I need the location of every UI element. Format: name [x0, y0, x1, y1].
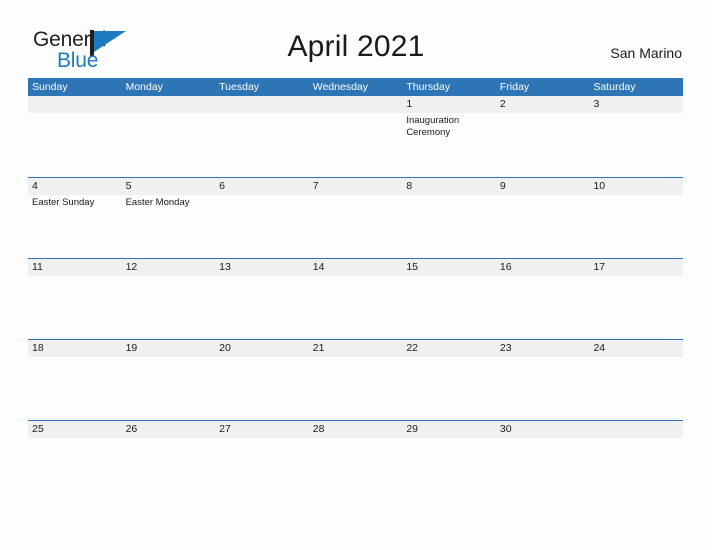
calendar-day-cell[interactable]: 20	[215, 340, 309, 420]
calendar-day-cell[interactable]	[589, 421, 683, 501]
day-number: 13	[219, 261, 231, 273]
calendar-day-cell[interactable]: 6	[215, 178, 309, 258]
day-number: 15	[406, 261, 418, 273]
day-number: 28	[312, 423, 325, 435]
calendar-day-cell[interactable]: 14	[309, 259, 403, 339]
calendar-week-row: 1 Inauguration Ceremony 2 3	[28, 96, 683, 177]
calendar-day-cell[interactable]: 19	[122, 340, 216, 420]
weekday-header-saturday: Saturday	[593, 81, 636, 93]
day-number: 5	[125, 180, 132, 192]
day-number: 22	[406, 342, 418, 354]
day-number	[126, 96, 216, 113]
week-days: 18 19 20 21 22 23 24	[28, 340, 683, 420]
calendar-day-cell[interactable]	[122, 96, 216, 177]
weekday-header-friday: Friday	[499, 81, 530, 93]
day-number: 16	[499, 261, 512, 273]
day-event-label: Easter Monday	[125, 197, 190, 208]
calendar-day-cell[interactable]: 25	[28, 421, 122, 501]
day-number: 26	[125, 423, 138, 435]
day-event-label: Inauguration Ceremony	[406, 115, 460, 138]
calendar-day-cell[interactable]: 13	[215, 259, 309, 339]
day-number: 9	[499, 180, 506, 192]
calendar-grid: Sunday Monday Tuesday Wednesday Thursday…	[28, 78, 683, 501]
week-days: 11 12 13 14 15 16 17	[28, 259, 683, 339]
calendar-weeks: 1 Inauguration Ceremony 2 3 4 Easter Sunday 5 E…	[28, 96, 683, 501]
weekday-header-wednesday: Wednesday	[312, 81, 368, 93]
calendar-day-cell[interactable]	[215, 96, 309, 177]
calendar-day-cell[interactable]: 12	[122, 259, 216, 339]
calendar-day-cell[interactable]: 18	[28, 340, 122, 420]
calendar-day-cell[interactable]: 16	[496, 259, 590, 339]
weekday-header-monday: Monday	[125, 81, 163, 93]
day-event-label: Easter Sunday	[32, 197, 95, 208]
day-number: 12	[125, 261, 138, 273]
calendar-day-cell[interactable]: 17	[589, 259, 683, 339]
calendar-day-cell[interactable]: 9	[496, 178, 590, 258]
day-number: 19	[125, 342, 138, 354]
calendar-day-cell[interactable]: 11	[28, 259, 122, 339]
day-number: 30	[499, 423, 512, 435]
day-number: 20	[219, 342, 231, 354]
weekday-header-thursday: Thursday	[406, 81, 451, 93]
calendar-week-row: 25 26 27 28 29 30	[28, 420, 683, 501]
calendar-day-cell[interactable]: 28	[309, 421, 403, 501]
day-number: 23	[499, 342, 512, 354]
day-number	[32, 96, 122, 113]
calendar-week-row: 4 Easter Sunday 5 Easter Monday 6 7 8 9 10	[28, 177, 683, 258]
calendar-day-cell[interactable]: 10	[589, 178, 683, 258]
calendar-week-row: 18 19 20 21 22 23 24	[28, 339, 683, 420]
day-number: 4	[32, 180, 38, 192]
calendar-day-cell[interactable]: 15	[402, 259, 496, 339]
day-number	[219, 96, 309, 113]
calendar-day-cell[interactable]: 2	[496, 96, 590, 177]
calendar-day-cell[interactable]: 4 Easter Sunday	[28, 178, 122, 258]
day-number: 10	[593, 180, 606, 192]
weekday-header-sunday: Sunday	[32, 81, 68, 93]
calendar-day-cell[interactable]: 22	[402, 340, 496, 420]
day-number: 1	[406, 98, 413, 110]
week-days: 1 Inauguration Ceremony 2 3	[28, 96, 683, 177]
weekday-header-row: Sunday Monday Tuesday Wednesday Thursday…	[28, 78, 683, 96]
day-number	[593, 421, 683, 438]
calendar-day-cell[interactable]: 26	[122, 421, 216, 501]
day-number: 7	[312, 180, 319, 192]
calendar-day-cell[interactable]: 8	[402, 178, 496, 258]
calendar-day-cell[interactable]	[309, 96, 403, 177]
day-number: 2	[499, 98, 506, 110]
day-number: 18	[32, 342, 44, 354]
calendar-week-row: 11 12 13 14 15 16 17	[28, 258, 683, 339]
week-days: 4 Easter Sunday 5 Easter Monday 6 7 8 9 10	[28, 178, 683, 258]
location-label: San Marino	[610, 45, 682, 61]
weekday-header-tuesday: Tuesday	[219, 81, 260, 93]
day-number: 8	[406, 180, 413, 192]
page-header: General Blue April 2021 San Marino	[0, 0, 712, 78]
calendar-day-cell[interactable]: 21	[309, 340, 403, 420]
day-number: 21	[312, 342, 325, 354]
day-number: 11	[32, 261, 43, 273]
calendar-day-cell[interactable]: 24	[589, 340, 683, 420]
calendar-day-cell[interactable]: 5 Easter Monday	[122, 178, 216, 258]
page-title: April 2021	[287, 30, 425, 63]
day-number	[313, 96, 403, 113]
day-number: 27	[219, 423, 231, 435]
day-number: 14	[312, 261, 325, 273]
calendar-page: General Blue April 2021 San Marino Sunda…	[0, 0, 712, 550]
day-number: 24	[593, 342, 606, 354]
calendar-day-cell[interactable]: 7	[309, 178, 403, 258]
calendar-day-cell[interactable]	[28, 96, 122, 177]
calendar-day-cell[interactable]: 29	[402, 421, 496, 501]
calendar-day-cell[interactable]: 30	[496, 421, 590, 501]
day-number: 3	[593, 98, 600, 110]
week-days: 25 26 27 28 29 30	[28, 421, 683, 501]
day-number: 6	[219, 180, 225, 192]
calendar-day-cell[interactable]: 23	[496, 340, 590, 420]
day-number: 17	[593, 261, 606, 273]
calendar-day-cell[interactable]: 1 Inauguration Ceremony	[402, 96, 496, 177]
calendar-day-cell[interactable]: 3	[589, 96, 683, 177]
day-number: 29	[406, 423, 418, 435]
calendar-day-cell[interactable]: 27	[215, 421, 309, 501]
day-number: 25	[32, 423, 44, 435]
